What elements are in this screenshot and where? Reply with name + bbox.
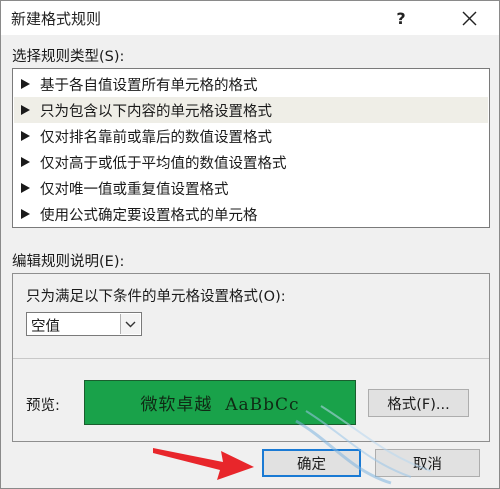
format-button[interactable]: 格式(F)...	[368, 389, 469, 417]
format-preview: 微软卓越 AaBbCc	[84, 380, 356, 425]
rule-description-label: 编辑规则说明(E):	[12, 254, 125, 270]
rule-item-label: 使用公式确定要设置格式的单元格	[40, 207, 258, 224]
triangle-right-icon	[14, 105, 36, 115]
rule-item-top-bottom[interactable]: 仅对排名靠前或靠后的数值设置格式	[14, 123, 488, 149]
rule-item-unique-duplicate[interactable]: 仅对唯一值或重复值设置格式	[14, 175, 488, 201]
rule-item-label: 仅对唯一值或重复值设置格式	[40, 181, 229, 198]
dialog-title: 新建格式规则	[11, 10, 102, 28]
rule-item-contains[interactable]: 只为包含以下内容的单元格设置格式	[14, 97, 488, 123]
rule-item-label: 仅对排名靠前或靠后的数值设置格式	[40, 129, 272, 146]
rule-item-above-below-average[interactable]: 仅对高于或低于平均值的数值设置格式	[14, 149, 488, 175]
ok-button[interactable]: 确定	[262, 449, 361, 477]
close-icon	[462, 11, 476, 25]
condition-dropdown[interactable]: 空值	[26, 312, 142, 336]
triangle-right-icon	[14, 183, 36, 193]
rule-type-label: 选择规则类型(S):	[12, 49, 125, 65]
new-format-rule-dialog: 新建格式规则 ? 选择规则类型(S): 基于各自值设置所有单元格的格式 只为包含…	[0, 0, 500, 489]
rule-item-label: 只为包含以下内容的单元格设置格式	[40, 103, 272, 120]
divider	[13, 358, 489, 359]
rule-item-by-value[interactable]: 基于各自值设置所有单元格的格式	[14, 71, 488, 97]
cancel-button[interactable]: 取消	[375, 449, 480, 477]
rule-description-panel: 只为满足以下条件的单元格设置格式(O): 空值 预览: 微软卓越 AaBbCc …	[12, 273, 490, 442]
title-bar: 新建格式规则 ?	[1, 1, 499, 35]
rule-item-label: 仅对高于或低于平均值的数值设置格式	[40, 155, 287, 172]
preview-label: 预览:	[26, 398, 60, 414]
preview-text: 微软卓越 AaBbCc	[140, 395, 300, 415]
triangle-right-icon	[14, 131, 36, 141]
help-button[interactable]: ?	[384, 4, 418, 32]
triangle-right-icon	[14, 157, 36, 167]
red-arrow-annotation	[153, 448, 254, 480]
close-button[interactable]	[452, 4, 486, 32]
condition-value: 空值	[31, 319, 60, 335]
triangle-right-icon	[14, 79, 36, 89]
rule-item-label: 基于各自值设置所有单元格的格式	[40, 77, 258, 94]
rule-type-list: 基于各自值设置所有单元格的格式 只为包含以下内容的单元格设置格式 仅对排名靠前或…	[12, 68, 490, 228]
triangle-right-icon	[14, 209, 36, 219]
rule-item-formula[interactable]: 使用公式确定要设置格式的单元格	[14, 201, 488, 227]
chevron-down-icon[interactable]	[120, 314, 140, 334]
condition-label: 只为满足以下条件的单元格设置格式(O):	[26, 289, 286, 305]
